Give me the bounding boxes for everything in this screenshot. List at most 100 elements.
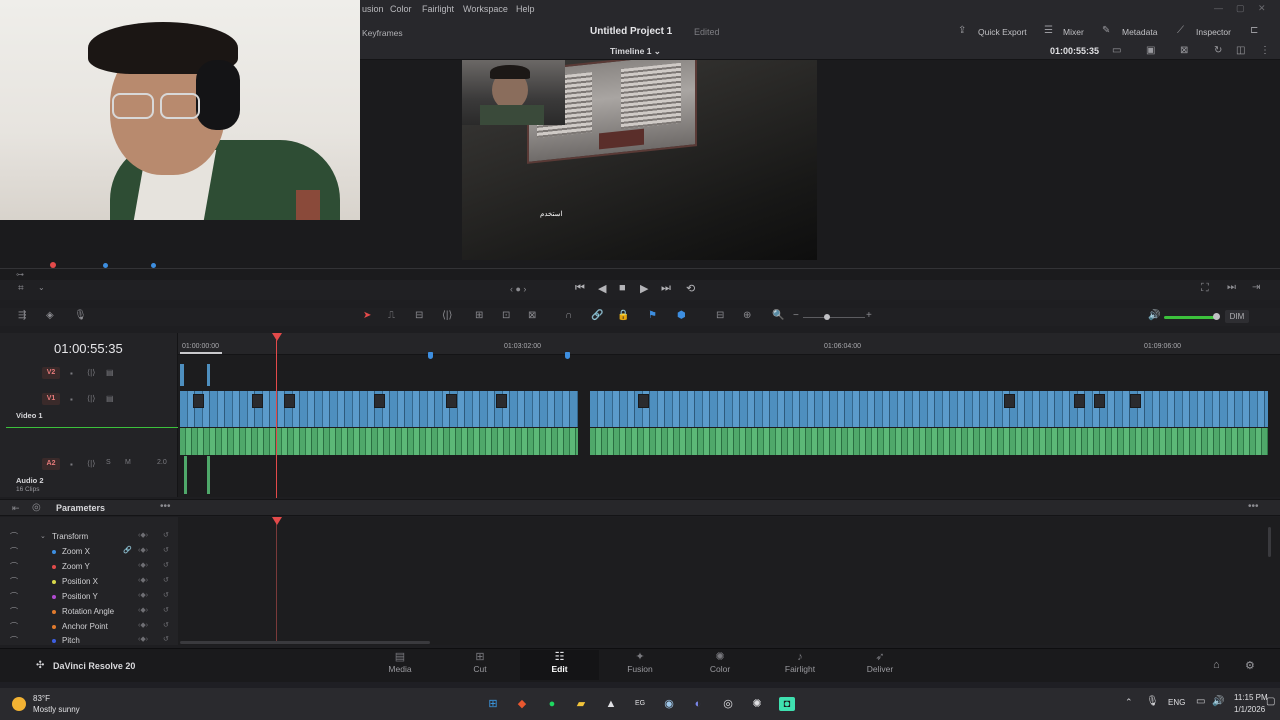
blade-tool-icon[interactable]: ⟨|⟩ bbox=[442, 310, 452, 321]
fullscreen-icon[interactable]: ⛶ bbox=[1201, 282, 1209, 295]
loop-icon[interactable]: ⟲ bbox=[686, 282, 695, 295]
snapping-icon[interactable]: ∩ bbox=[565, 310, 572, 321]
marker-icon[interactable]: ⬢ bbox=[677, 310, 686, 321]
play-reverse-icon[interactable]: ◀ bbox=[598, 282, 606, 295]
keyframe-nav-icon[interactable]: ‹◆› bbox=[138, 546, 148, 554]
keyframe-timeline[interactable] bbox=[178, 517, 1280, 645]
file-explorer-icon[interactable]: ▰ bbox=[573, 697, 589, 711]
v2-clip[interactable] bbox=[180, 364, 184, 386]
app-icon[interactable]: ▲ bbox=[603, 697, 619, 711]
scrub-bar[interactable]: ⊶ bbox=[0, 260, 1280, 282]
brave-browser-icon[interactable]: ◆ bbox=[514, 697, 530, 711]
selection-tool-icon[interactable]: ➤ bbox=[363, 310, 371, 321]
viewer-layout-icon[interactable]: ▣ bbox=[1146, 45, 1155, 56]
in-out-icon[interactable]: ⊶ bbox=[16, 270, 24, 279]
steam-icon[interactable]: ◉ bbox=[661, 697, 677, 711]
obs-icon[interactable]: ◎ bbox=[720, 697, 736, 711]
flag-icon[interactable]: ⚑ bbox=[648, 310, 657, 321]
go-to-start-icon[interactable]: ⏮ bbox=[575, 282, 585, 295]
epic-games-icon[interactable]: EG bbox=[632, 697, 648, 711]
reset-param-icon[interactable]: ↺ bbox=[163, 531, 169, 539]
page-edit[interactable]: ☷ Edit bbox=[520, 650, 599, 680]
panel-collapse-icon[interactable]: ⇤ bbox=[12, 503, 20, 514]
v2-clip[interactable] bbox=[207, 364, 210, 386]
trim-tool-icon[interactable]: ⎍ bbox=[388, 310, 395, 321]
chevron-down-icon[interactable]: ⌄ bbox=[38, 283, 45, 292]
reset-icon[interactable]: ↻ bbox=[1214, 45, 1222, 56]
page-deliver[interactable]: ➶ Deliver bbox=[850, 650, 910, 680]
keyframe-nav-icon[interactable]: ‹◆› bbox=[138, 606, 148, 614]
viewer-frame[interactable]: استخدم bbox=[462, 60, 817, 260]
a1-clip-group[interactable] bbox=[180, 428, 578, 455]
volume-icon[interactable]: 🔊 bbox=[1148, 310, 1160, 321]
lock-icon[interactable]: 🔒 bbox=[617, 310, 629, 321]
curve-icon[interactable]: ⌒ bbox=[10, 531, 18, 542]
track-v1-badge[interactable]: V1 bbox=[42, 393, 60, 405]
track-a2-solo-button[interactable]: S bbox=[106, 459, 111, 466]
curve-icon[interactable]: ⌒ bbox=[10, 561, 18, 572]
v1-clip-group[interactable] bbox=[590, 391, 1268, 427]
page-fusion[interactable]: ✦ Fusion bbox=[610, 650, 670, 680]
minimize-icon[interactable]: — bbox=[1214, 3, 1223, 13]
reset-param-icon[interactable]: ↺ bbox=[163, 546, 169, 554]
timeline-ruler[interactable]: 01:00:00:00 01:03:02:00 01:06:04:00 01:0… bbox=[178, 333, 1280, 355]
replace-clip-icon[interactable]: ⊠ bbox=[528, 310, 536, 321]
param-row[interactable]: ⌒ Position Y ‹◆› ↺ bbox=[0, 590, 178, 604]
menu-fusion[interactable]: usion bbox=[362, 4, 384, 14]
param-row[interactable]: ⌒ Rotation Angle ‹◆› ↺ bbox=[0, 605, 178, 619]
panel-toggle-icon[interactable]: ⊏ bbox=[1250, 25, 1258, 36]
link-icon[interactable]: 🔗 bbox=[591, 310, 603, 321]
param-row[interactable]: ⌒ Position X ‹◆› ↺ bbox=[0, 575, 178, 589]
scrub-marker[interactable] bbox=[151, 263, 156, 268]
zoom-in-icon[interactable]: + bbox=[866, 310, 872, 321]
param-row[interactable]: ⌒ Zoom X 🔗 ‹◆› ↺ bbox=[0, 545, 178, 559]
param-row[interactable]: ⌒ Pitch ‹◆› ↺ bbox=[0, 634, 178, 644]
next-clip-icon[interactable]: ⏭ bbox=[1227, 282, 1236, 293]
viewer-mode-icon[interactable]: ▭ bbox=[1112, 45, 1121, 56]
track-a2-mute-button[interactable]: M bbox=[125, 459, 131, 466]
param-row[interactable]: ⌒ Anchor Point ‹◆› ↺ bbox=[0, 620, 178, 634]
volume-slider[interactable] bbox=[1164, 316, 1216, 319]
keyframe-nav-icon[interactable]: ‹◆› bbox=[138, 531, 148, 539]
menu-color[interactable]: Color bbox=[390, 4, 412, 14]
playhead-handle[interactable] bbox=[272, 333, 282, 341]
curve-icon[interactable]: ⌒ bbox=[10, 546, 18, 557]
page-media[interactable]: ▤ Media bbox=[370, 650, 430, 680]
close-icon[interactable]: ✕ bbox=[1258, 3, 1266, 14]
go-to-end-icon[interactable]: ⏭ bbox=[661, 282, 671, 295]
reset-param-icon[interactable]: ↺ bbox=[163, 635, 169, 643]
viewer-options-icon[interactable]: ⊠ bbox=[1180, 45, 1188, 56]
app-taskbar-icon[interactable]: ◘ bbox=[779, 697, 795, 711]
clock-date[interactable]: 1/1/2026 bbox=[1234, 705, 1265, 714]
keyframe-nav-icon[interactable]: ‹◆› bbox=[138, 561, 148, 569]
horizontal-scrollbar[interactable] bbox=[180, 641, 430, 644]
davinci-taskbar-icon[interactable]: ✺ bbox=[749, 697, 765, 711]
zoom-full-icon[interactable]: ⊟ bbox=[716, 310, 724, 321]
a1-clip-group[interactable] bbox=[590, 428, 1268, 455]
timeline-view-icon[interactable]: ⇶ bbox=[18, 310, 26, 321]
keyframe-toggle-icon[interactable]: ◎ bbox=[32, 502, 41, 513]
keyframes-label[interactable]: Keyframes bbox=[362, 28, 403, 38]
reset-param-icon[interactable]: ↺ bbox=[163, 621, 169, 629]
zoom-detail-icon[interactable]: ⊕ bbox=[743, 310, 751, 321]
dim-button[interactable]: DIM bbox=[1225, 310, 1249, 323]
overwrite-clip-icon[interactable]: ⊡ bbox=[502, 310, 510, 321]
windows-start-icon[interactable]: ⊞ bbox=[485, 697, 501, 711]
track-v2-visibility-icon[interactable]: ▤ bbox=[106, 368, 114, 377]
tray-overflow-icon[interactable]: ⌃ bbox=[1125, 697, 1133, 708]
track-v2-autoselect-icon[interactable]: ⟨|⟩ bbox=[87, 368, 95, 377]
reset-param-icon[interactable]: ↺ bbox=[163, 591, 169, 599]
last-frame-icon[interactable]: ⇥ bbox=[1252, 282, 1260, 293]
weather-icon[interactable] bbox=[12, 697, 26, 711]
microphone-tray-icon[interactable]: 🎙 bbox=[1146, 696, 1159, 707]
keyframe-nav-icon[interactable]: ‹◆› bbox=[138, 621, 148, 629]
clock-time[interactable]: 11:15 PM bbox=[1234, 693, 1268, 702]
zoom-custom-icon[interactable]: 🔍 bbox=[772, 310, 784, 321]
curve-icon[interactable]: ⌒ bbox=[10, 606, 18, 617]
curve-icon[interactable]: ⌒ bbox=[10, 621, 18, 632]
track-v1-lock-icon[interactable]: ▪ bbox=[70, 395, 73, 404]
chevron-down-icon[interactable]: ⌄ bbox=[40, 532, 46, 540]
curve-icon[interactable]: ⌒ bbox=[10, 576, 18, 587]
quick-export-button[interactable]: Quick Export bbox=[978, 27, 1027, 37]
a2-clip[interactable] bbox=[184, 456, 187, 494]
